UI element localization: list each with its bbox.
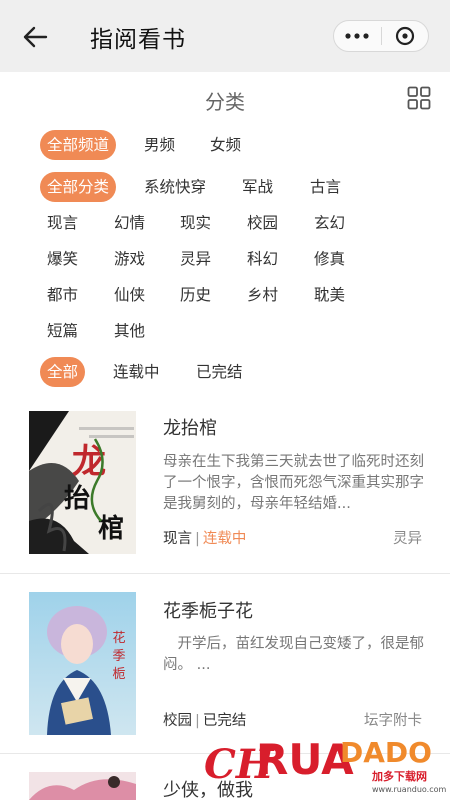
genre-filter-row-1: 全部分类 系统快穿 军战 古言 [40,172,430,202]
genre-filter-row-4: 都市 仙侠 历史 乡村 耽美 [47,280,430,310]
chip-genre-military[interactable]: 军战 [242,172,273,202]
close-circle-icon [395,26,414,46]
chip-genre-all[interactable]: 全部分类 [40,172,117,202]
chip-genre-system[interactable]: 系统快穿 [144,172,206,202]
book-title[interactable]: 花季栀子花 [163,597,253,623]
chip-genre[interactable]: 仙侠 [114,280,145,310]
chip-genre[interactable]: 短篇 [47,316,78,346]
chip-genre[interactable]: 爆笑 [47,244,78,274]
chip-genre[interactable]: 科幻 [247,244,278,274]
status-filter-row: 全部 连载中 已完结 [40,357,430,387]
genre-filter-row-2: 现言 幻情 现实 校园 玄幻 [47,208,430,238]
chip-genre[interactable]: 玄幻 [314,208,345,238]
book-category: 校园 [163,713,192,729]
grid-view-icon[interactable] [407,86,431,110]
book-cover-art: 花 季 栀 [29,592,136,735]
book-description: 开学后，苗红发现自己变矮了，很是郁闷。 ... [163,636,424,673]
genre-filter-row-3: 爆笑 游戏 灵异 科幻 修真 [47,244,430,274]
book-cover[interactable]: 龙 抬 棺 [29,411,136,554]
back-button[interactable] [18,22,52,52]
svg-text:www.ruanduo.com: www.ruanduo.com [372,785,447,794]
book-item[interactable]: 龙 抬 棺 龙抬棺 母亲在生下我第三天就去世了临死时还刻了一个恨字，含恨而死怨气… [0,408,450,573]
category-title: 分类 [205,90,245,114]
chip-genre[interactable]: 其他 [114,316,145,346]
book-cover-art: 龙 抬 棺 [29,411,136,554]
chip-genre[interactable]: 历史 [180,280,211,310]
chip-genre[interactable]: 校园 [247,208,278,238]
book-cover-art [29,772,136,800]
book-category: 现言 [163,531,192,547]
chip-genre[interactable]: 耽美 [314,280,345,310]
chip-genre[interactable]: 幻情 [114,208,145,238]
chip-channel-female[interactable]: 女频 [210,130,241,160]
chip-channel-male[interactable]: 男频 [144,130,175,160]
chip-genre[interactable]: 游戏 [114,244,145,274]
book-meta: 现言 | 连载中 [163,527,246,548]
chip-genre[interactable]: 都市 [47,280,78,310]
chip-genre-ancient[interactable]: 古言 [310,172,341,202]
chip-genre[interactable]: 现实 [180,208,211,238]
svg-text:DADO: DADO [340,736,432,769]
cover-title-3: 栀 [112,667,125,682]
svg-text:加多下载网: 加多下载网 [371,769,427,783]
cover-title-3: 棺 [98,514,124,544]
more-button[interactable] [334,21,381,51]
mini-program-capsule [333,20,429,52]
more-dots-icon [345,33,369,39]
cover-title-1: 花 [112,630,125,646]
back-arrow-icon [23,26,48,48]
channel-filter-row: 全部频道 男频 女频 [40,130,430,160]
watermark-logo: CH RUA DADO 加多下载网 www.ruanduo.com [204,735,447,794]
book-cover[interactable] [29,772,136,800]
chip-genre[interactable]: 灵异 [180,244,211,274]
chip-channel-all[interactable]: 全部频道 [40,130,117,160]
genre-filter-row-5: 短篇 其他 [47,316,430,346]
book-title[interactable]: 龙抬棺 [163,414,217,440]
book-cover[interactable]: 花 季 栀 [29,592,136,735]
meta-divider: | [195,531,200,547]
page-title: 指阅看书 [90,27,186,53]
cover-title-2: 季 [112,649,125,664]
chip-status-all[interactable]: 全部 [40,357,86,387]
book-status: 连载中 [202,531,247,547]
chip-genre[interactable]: 修真 [314,244,345,274]
chip-status-ongoing[interactable]: 连载中 [113,357,160,387]
cover-title-2: 抬 [64,484,90,514]
close-button[interactable] [381,21,428,51]
chip-genre[interactable]: 现言 [47,208,78,238]
divider-line [0,573,450,574]
top-bar: 指阅看书 [0,0,450,72]
book-description: 母亲在生下我第三天就去世了临死时还刻了一个恨字，含恨而死怨气深重其实那字是我舅刻… [163,454,424,512]
chip-status-finished[interactable]: 已完结 [196,357,243,387]
book-tag: 灵异 [393,531,422,547]
chip-genre[interactable]: 乡村 [247,280,278,310]
